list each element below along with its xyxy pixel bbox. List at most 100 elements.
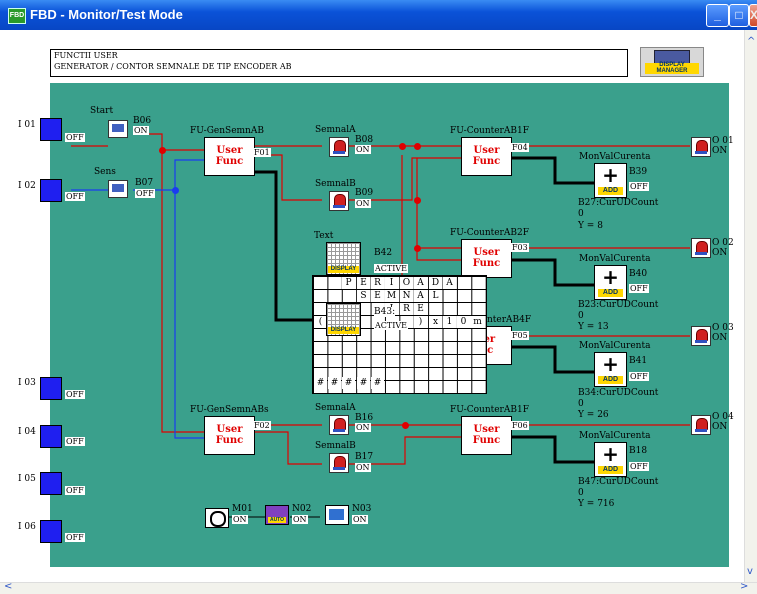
lamp-id: B17 [355,452,374,462]
add-tag: ADD [598,376,623,384]
m01-block[interactable] [205,508,229,528]
text-block-state: ACTIVE [374,321,409,330]
display-char: R [371,277,384,289]
switch-state: ON [133,126,149,135]
input-block[interactable] [40,425,62,448]
lamp-name: SemnalA [315,125,356,135]
switch-name: Sens [94,167,116,177]
display-char: E [414,303,427,315]
input-label: I 06 [18,522,36,532]
user-func-id: F03 [511,243,529,252]
monitor-zero: 0 [578,209,584,219]
input-label: I 05 [18,474,36,484]
input-state: OFF [65,133,85,142]
output-id: O 01 [712,136,734,146]
output-o04[interactable] [691,415,711,435]
monitor-zero: 0 [578,399,584,409]
text-display-block[interactable]: DISPLAY [326,242,361,275]
lamp-name: SemnalB [315,441,356,451]
input-state: OFF [65,390,85,399]
user-func-id: F04 [511,143,529,152]
user-func-name: FU-CounterAB2F [450,228,529,238]
text-display-block[interactable]: DISPLAY [326,303,361,336]
junction-dot [399,143,406,150]
display-char: # [342,377,355,389]
user-func-id: F01 [253,148,271,157]
lamp-state: ON [355,463,371,472]
auto-tag: AUTO [268,517,286,523]
display-char: # [357,377,370,389]
lamp-name: SemnalA [315,403,356,413]
misc-state: ON [292,515,308,524]
display-char: R [400,303,413,315]
lamp-semnal-b[interactable] [329,453,349,473]
input-state: OFF [65,437,85,446]
monitor-counter: B27:CurUDCount [578,198,659,208]
add-block[interactable]: + ADD [594,442,627,477]
switch-icon [112,184,124,192]
input-state: OFF [65,486,85,495]
output-state: ON [712,333,728,343]
input-label: I 04 [18,427,36,437]
lamp-name: SemnalB [315,179,356,189]
user-func-block[interactable]: User Func [204,416,255,455]
display-char: A [443,277,456,289]
plus-icon: + [602,163,619,187]
monitor-state: OFF [629,284,649,293]
display-char: P [342,277,355,289]
display-char: E [371,290,384,302]
user-func-block[interactable]: User Func [461,416,512,455]
output-state: ON [712,248,728,258]
misc-id: N03 [352,504,372,514]
monitor-value: Y = 26 [578,410,609,420]
user-func-line: Func [215,156,244,167]
input-label: I 02 [18,181,36,191]
monitor-counter: B47:CurUDCount [578,477,659,487]
display-char: E [357,277,370,289]
monitor-value: Y = 716 [578,499,615,509]
input-block[interactable] [40,377,62,400]
input-block[interactable] [40,472,62,495]
monitor-id: B39 [629,167,648,177]
monitor-id: B41 [629,356,648,366]
monitor-name: MonValCurenta [579,254,651,264]
switch-state: OFF [135,189,155,198]
monitor-name: MonValCurenta [579,341,651,351]
input-label: I 03 [18,378,36,388]
input-block[interactable] [40,179,62,202]
n03-block[interactable] [325,505,349,525]
user-func-block[interactable]: User Func [461,137,512,176]
lamp-semnal-b[interactable] [329,191,349,211]
junction-dot [172,187,179,194]
plus-icon: + [602,265,619,289]
user-func-id: F02 [253,421,271,430]
user-func-block[interactable]: User Func [461,239,512,278]
junction-dot [414,197,421,204]
n02-block[interactable]: AUTO [265,505,289,525]
add-block[interactable]: + ADD [594,163,627,198]
display-char: D [429,277,442,289]
output-o02[interactable] [691,238,711,258]
user-func-name: FU-CounterAB1F [450,405,529,415]
lamp-semnal-a[interactable] [329,415,349,435]
output-id: O 02 [712,238,734,248]
lamp-semnal-a[interactable] [329,137,349,157]
monitor-state: OFF [629,462,649,471]
input-block[interactable] [40,520,62,543]
add-block[interactable]: + ADD [594,352,627,387]
user-func-block[interactable]: User Func [204,137,255,176]
lamp-state: ON [355,145,371,154]
lamp-id: B09 [355,188,374,198]
clock-icon [210,511,226,527]
add-block[interactable]: + ADD [594,265,627,300]
input-block[interactable] [40,118,62,141]
switch-sens[interactable] [108,180,128,198]
switch-start[interactable] [108,120,128,138]
user-func-line: User [216,145,243,156]
output-o01[interactable] [691,137,711,157]
junction-dot [402,422,409,429]
output-state: ON [712,422,728,432]
text-block-id: B42 [374,248,393,258]
switch-id: B06 [133,116,152,126]
output-o03[interactable] [691,326,711,346]
